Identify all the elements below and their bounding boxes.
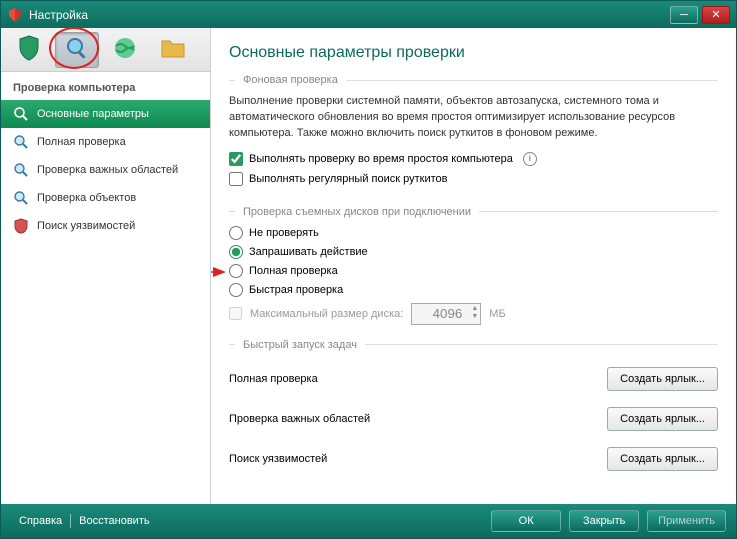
checkbox-label: Выполнять проверку во время простоя комп… <box>249 153 513 165</box>
radio-quick-scan-row[interactable]: Быстрая проверка <box>229 283 718 297</box>
radio-label: Полная проверка <box>249 265 338 277</box>
checkbox-label: Выполнять регулярный поиск руткитов <box>249 173 447 185</box>
radio-full-scan-row[interactable]: Полная проверка <box>229 264 718 278</box>
ok-button[interactable]: ОК <box>491 510 561 532</box>
section-background-scan: Фоновая проверка Выполнение проверки сис… <box>229 74 718 192</box>
section-removable-drives: Проверка съемных дисков при подключении … <box>229 206 718 325</box>
task-label: Поиск уязвимостей <box>229 453 327 465</box>
checkbox-max-disk-size <box>229 307 242 320</box>
magnifier-icon <box>13 134 29 150</box>
radio-label: Запрашивать действие <box>249 246 368 258</box>
help-link[interactable]: Справка <box>11 515 70 527</box>
magnifier-icon <box>65 36 89 63</box>
magnifier-icon <box>13 106 29 122</box>
create-shortcut-button[interactable]: Создать ярлык... <box>607 407 718 431</box>
category-tools[interactable] <box>151 32 195 68</box>
sidebar-item-objects[interactable]: Проверка объектов <box>1 184 210 212</box>
radio-quick-scan[interactable] <box>229 283 243 297</box>
sidebar-item-label: Поиск уязвимостей <box>37 220 135 232</box>
shield-red-icon <box>13 218 29 234</box>
checkbox-rootkit[interactable] <box>229 172 243 186</box>
category-protection[interactable] <box>7 32 51 68</box>
sidebar-heading: Проверка компьютера <box>1 72 210 100</box>
sidebar-item-label: Проверка важных областей <box>37 164 178 176</box>
shield-icon <box>18 35 40 64</box>
main-panel: Основные параметры проверки Фоновая пров… <box>211 28 736 504</box>
radio-no-scan[interactable] <box>229 226 243 240</box>
sidebar-item-full-scan[interactable]: Полная проверка <box>1 128 210 156</box>
task-row-critical-areas: Проверка важных областей Создать ярлык..… <box>229 399 718 439</box>
close-footer-button[interactable]: Закрыть <box>569 510 639 532</box>
section-legend: Фоновая проверка <box>229 74 718 86</box>
minimize-button[interactable]: ─ <box>670 6 698 24</box>
max-disk-size-label: Максимальный размер диска: <box>250 308 403 320</box>
task-label: Полная проверка <box>229 373 318 385</box>
checkbox-idle-scan[interactable] <box>229 152 243 166</box>
category-toolbar <box>1 28 210 72</box>
checkbox-rootkit-row[interactable]: Выполнять регулярный поиск руткитов <box>229 172 718 186</box>
spinner-arrows-icon: ▲▼ <box>471 305 478 321</box>
sidebar-item-critical-areas[interactable]: Проверка важных областей <box>1 156 210 184</box>
sidebar-item-label: Полная проверка <box>37 136 126 148</box>
category-scan[interactable] <box>55 32 99 68</box>
magnifier-icon <box>13 162 29 178</box>
app-icon <box>7 7 23 23</box>
max-disk-size-unit: МБ <box>489 308 505 320</box>
globe-icon <box>113 36 137 63</box>
radio-full-scan[interactable] <box>229 264 243 278</box>
category-network[interactable] <box>103 32 147 68</box>
close-button[interactable]: ✕ <box>702 6 730 24</box>
radio-label: Быстрая проверка <box>249 284 343 296</box>
sidebar-item-general[interactable]: Основные параметры <box>1 100 210 128</box>
sidebar-item-label: Проверка объектов <box>37 192 136 204</box>
max-disk-size-row: Максимальный размер диска: ▲▼ МБ <box>229 303 718 325</box>
info-icon[interactable]: i <box>523 152 537 166</box>
radio-label: Не проверять <box>249 227 319 239</box>
settings-window: Настройка ─ ✕ Провер <box>0 0 737 539</box>
radio-ask-row[interactable]: Запрашивать действие <box>229 245 718 259</box>
section-description: Выполнение проверки системной памяти, об… <box>229 94 718 142</box>
window-title: Настройка <box>29 8 670 22</box>
section-legend: Быстрый запуск задач <box>229 339 718 351</box>
magnifier-icon <box>13 190 29 206</box>
create-shortcut-button[interactable]: Создать ярлык... <box>607 367 718 391</box>
apply-button[interactable]: Применить <box>647 510 726 532</box>
task-label: Проверка важных областей <box>229 413 370 425</box>
checkbox-idle-scan-row[interactable]: Выполнять проверку во время простоя комп… <box>229 152 718 166</box>
restore-link[interactable]: Восстановить <box>71 515 157 527</box>
sidebar-item-vulnerabilities[interactable]: Поиск уязвимостей <box>1 212 210 240</box>
radio-no-scan-row[interactable]: Не проверять <box>229 226 718 240</box>
page-title: Основные параметры проверки <box>229 44 718 62</box>
task-row-full-scan: Полная проверка Создать ярлык... <box>229 359 718 399</box>
section-quick-launch: Быстрый запуск задач Полная проверка Соз… <box>229 339 718 479</box>
title-bar: Настройка ─ ✕ <box>1 1 736 28</box>
sidebar-item-label: Основные параметры <box>37 108 149 120</box>
sidebar: Проверка компьютера Основные параметры П… <box>1 28 211 504</box>
radio-ask[interactable] <box>229 245 243 259</box>
footer-bar: Справка Восстановить ОК Закрыть Применит… <box>1 504 736 538</box>
folder-icon <box>160 37 186 62</box>
nav-list: Основные параметры Полная проверка Прове… <box>1 100 210 240</box>
create-shortcut-button[interactable]: Создать ярлык... <box>607 447 718 471</box>
annotation-arrow <box>211 262 226 282</box>
task-row-vulnerabilities: Поиск уязвимостей Создать ярлык... <box>229 439 718 479</box>
section-legend: Проверка съемных дисков при подключении <box>229 206 718 218</box>
